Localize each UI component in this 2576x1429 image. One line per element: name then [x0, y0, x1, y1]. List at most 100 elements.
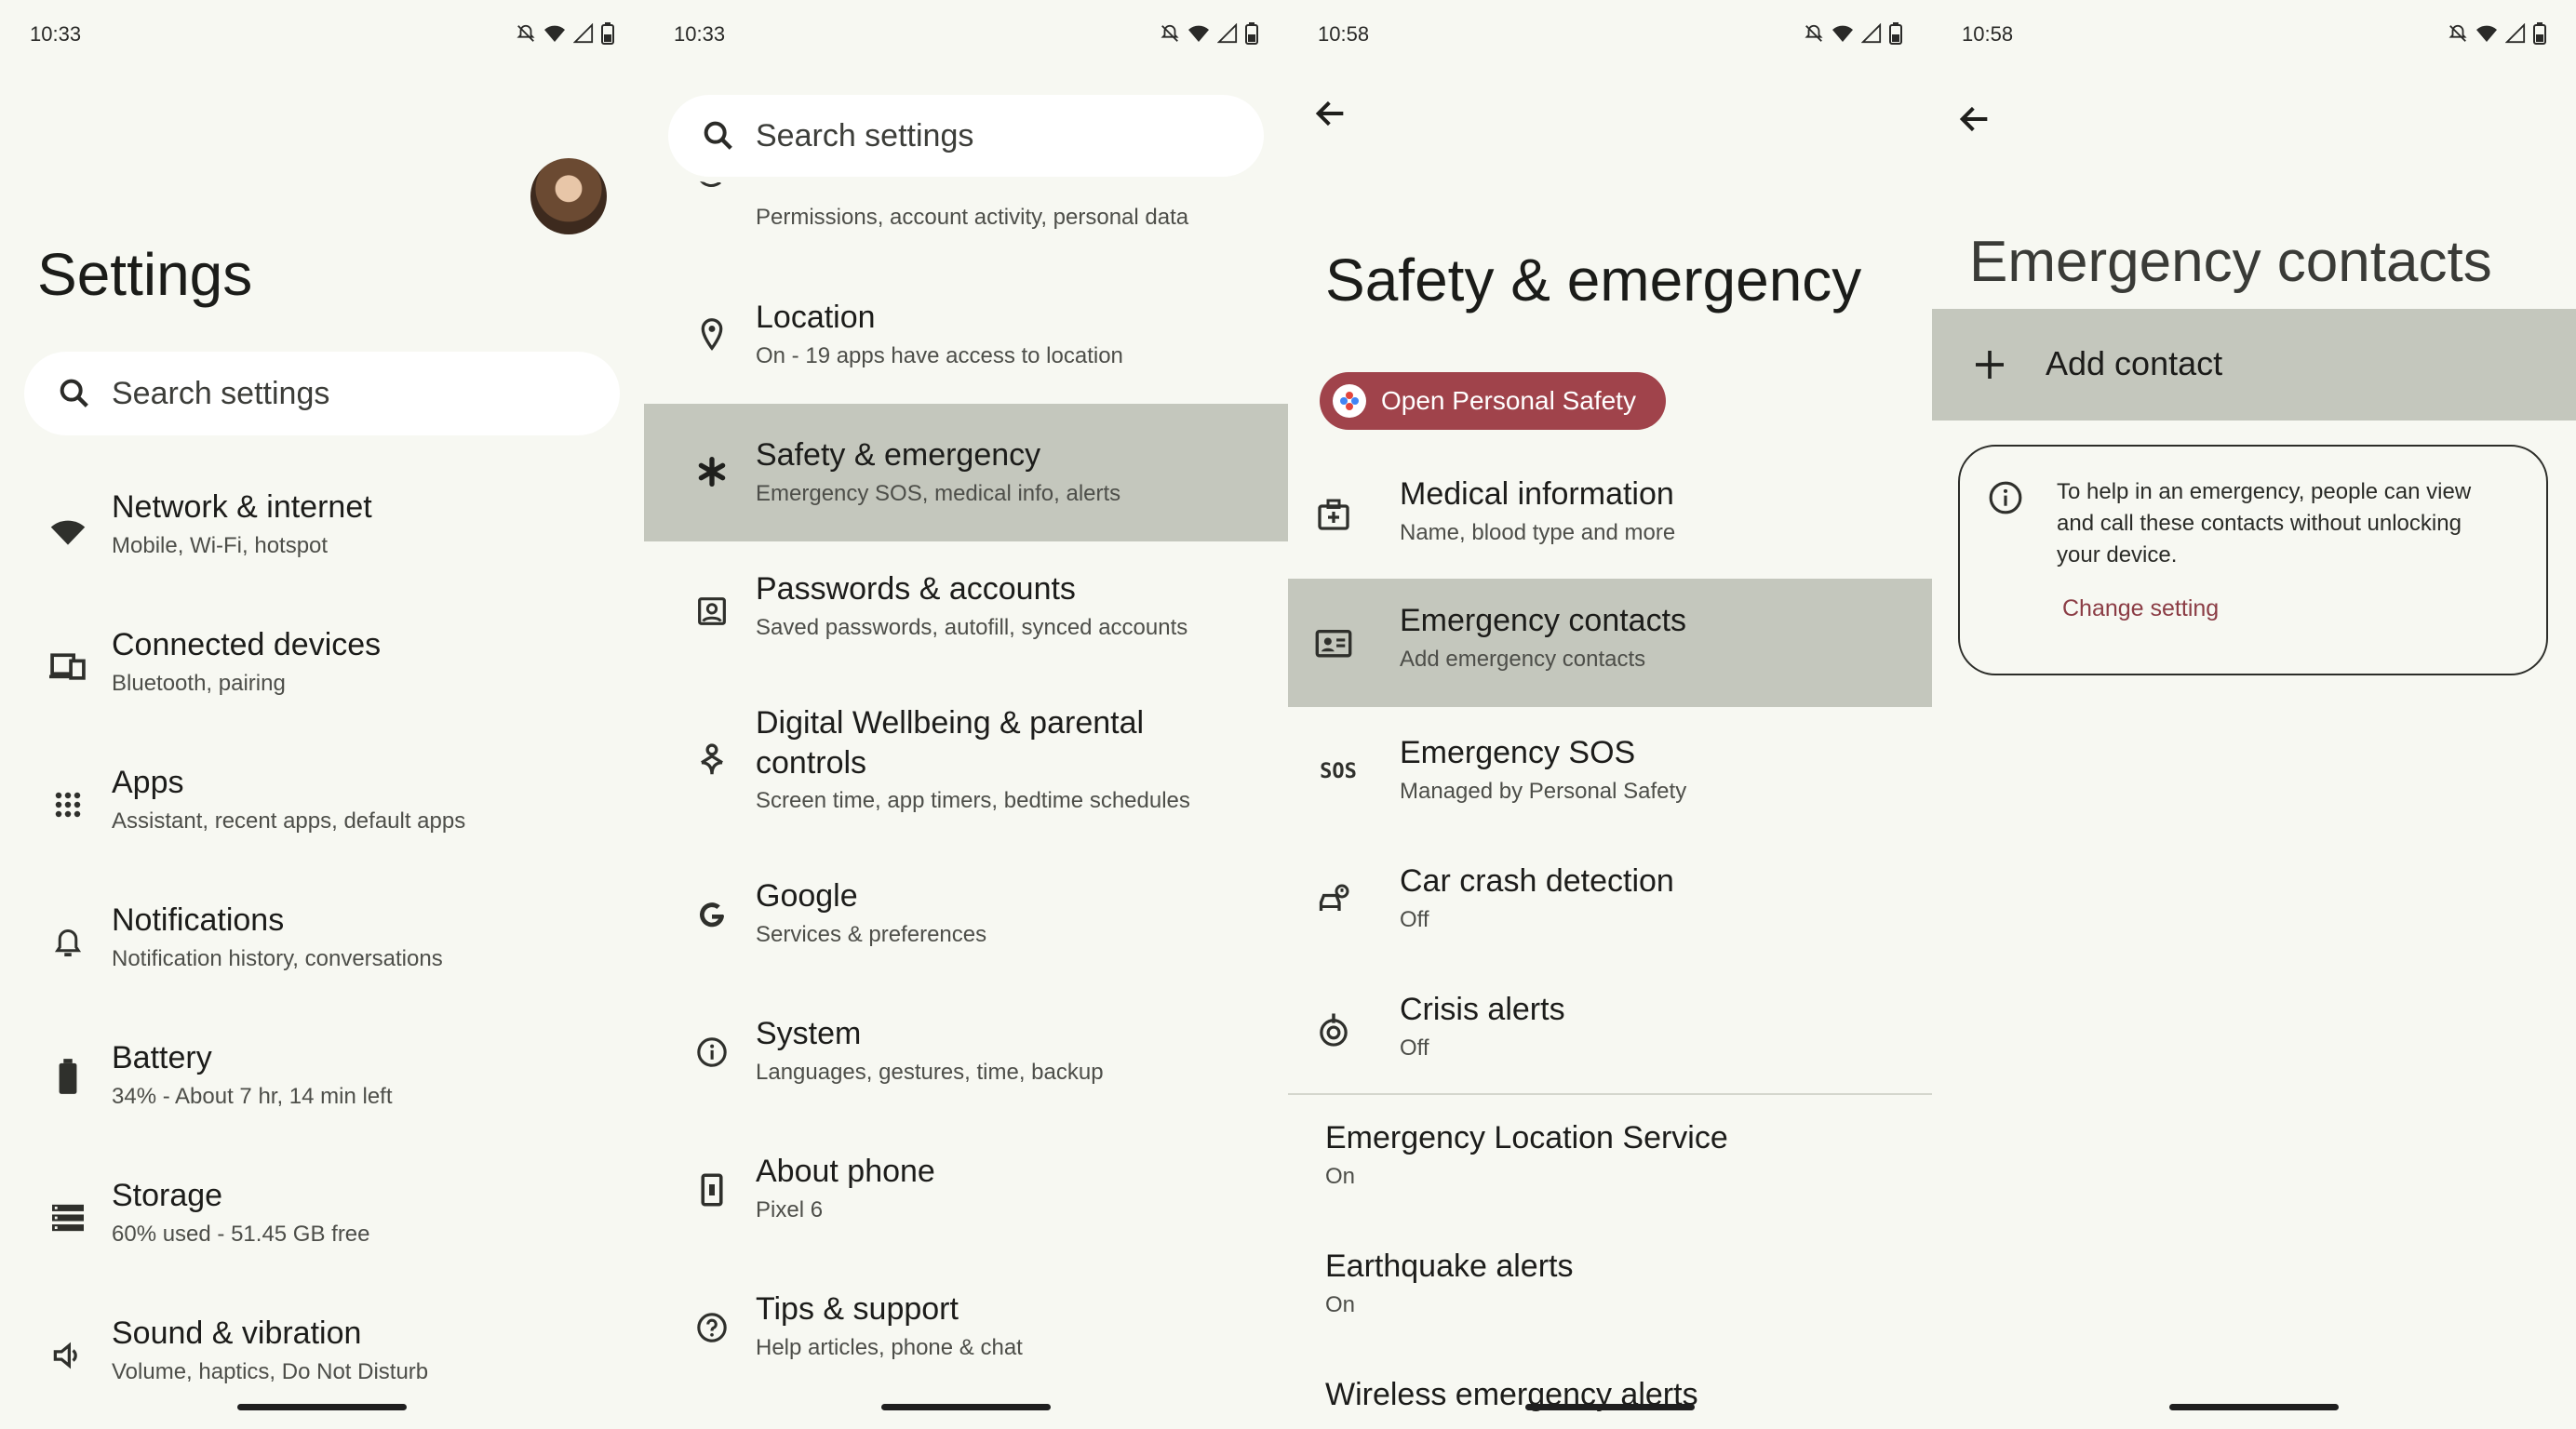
status-time: 10:33 [30, 22, 82, 46]
item-subtitle: Name, blood type and more [1400, 520, 1676, 545]
settings-item-storage[interactable]: Storage 60% used - 51.45 GB free [0, 1174, 644, 1276]
item-title: Emergency Location Service [1325, 1120, 1728, 1155]
open-personal-safety-button[interactable]: Open Personal Safety [1320, 372, 1666, 430]
item-subtitle: Add emergency contacts [1400, 647, 1646, 672]
settings-item-system[interactable]: System Languages, gestures, time, backup [644, 1012, 1288, 1115]
settings-item-apps[interactable]: Apps Assistant, recent apps, default app… [0, 761, 644, 863]
item-title: About phone [756, 1154, 935, 1189]
info-text: To help in an emergency, people can view… [2057, 479, 2472, 568]
change-setting-link[interactable]: Change setting [2062, 595, 2219, 622]
gesture-bar[interactable] [2169, 1404, 2339, 1410]
partial-item-privacy[interactable]: Permissions, account activity, personal … [644, 177, 1288, 242]
back-arrow-icon[interactable] [1312, 95, 1349, 132]
safety-item-car-crash-detection[interactable]: Car crash detection Off [1288, 852, 1932, 964]
cell-signal-icon [1217, 23, 1238, 44]
safety-item-medical-information[interactable]: Medical information Name, blood type and… [1288, 465, 1932, 577]
settings-item-google[interactable]: Google Services & preferences [644, 875, 1288, 977]
dnd-bell-off-icon [1161, 24, 1179, 42]
item-title: Sound & vibration [112, 1315, 362, 1351]
settings-item-battery[interactable]: Battery 34% - About 7 hr, 14 min left [0, 1036, 644, 1139]
item-subtitle: Volume, haptics, Do Not Disturb [112, 1359, 429, 1384]
safety-item-earthquake-alerts[interactable]: Earthquake alerts On [1288, 1237, 1932, 1349]
status-time: 10:58 [1962, 22, 2014, 46]
item-subtitle: Screen time, app timers, bedtime schedul… [756, 788, 1190, 813]
wifi-status-icon [2476, 25, 2497, 42]
gesture-bar[interactable] [881, 1404, 1051, 1410]
item-title: Battery [112, 1040, 212, 1075]
apps-grid-icon [48, 785, 87, 824]
settings-item-digital-wellbeing[interactable]: Digital Wellbeing & parental controls Sc… [644, 698, 1288, 828]
item-subtitle: Off [1400, 907, 1429, 932]
item-subtitle: 34% - About 7 hr, 14 min left [112, 1084, 393, 1109]
item-title: Storage [112, 1178, 223, 1213]
safety-item-wireless-emergency-alerts[interactable]: Wireless emergency alerts [1288, 1366, 1932, 1429]
wifi-status-icon [544, 25, 565, 42]
cell-signal-icon [2505, 23, 2526, 44]
speaker-icon [48, 1336, 87, 1375]
item-subtitle: Mobile, Wi-Fi, hotspot [112, 533, 329, 558]
status-icons [2448, 22, 2546, 45]
settings-item-about-phone[interactable]: About phone Pixel 6 [644, 1150, 1288, 1252]
safety-item-emergency-contacts[interactable]: Emergency contacts Add emergency contact… [1288, 579, 1932, 707]
gesture-bar[interactable] [1525, 1404, 1695, 1410]
item-title: Apps [112, 765, 184, 800]
item-subtitle: 60% used - 51.45 GB free [112, 1222, 370, 1247]
dnd-bell-off-icon [1805, 24, 1823, 42]
plus-icon [1976, 351, 2004, 379]
status-icons [1804, 22, 1902, 45]
settings-item-tips-support[interactable]: Tips & support Help articles, phone & ch… [644, 1288, 1288, 1390]
wellbeing-icon [692, 741, 731, 780]
info-card: To help in an emergency, people can view… [1958, 445, 2548, 675]
gesture-bar[interactable] [237, 1404, 407, 1410]
settings-item-network[interactable]: Network & internet Mobile, Wi-Fi, hotspo… [0, 486, 644, 588]
search-icon [704, 121, 732, 150]
battery-status-icon [1245, 22, 1258, 45]
settings-item-notifications[interactable]: Notifications Notification history, conv… [0, 899, 644, 1001]
status-bar: 10:33 [674, 22, 1258, 50]
item-title: Google [756, 878, 858, 914]
page-title: Safety & emergency [1325, 247, 1862, 314]
item-title: Emergency SOS [1400, 735, 1636, 770]
search-input[interactable]: Search settings [24, 352, 620, 435]
item-title: Connected devices [112, 627, 382, 662]
search-input[interactable]: Search settings [668, 95, 1264, 177]
item-title: System [756, 1016, 862, 1051]
item-subtitle: Bluetooth, pairing [112, 671, 286, 696]
item-subtitle: Off [1400, 1035, 1429, 1061]
help-icon [692, 1308, 731, 1347]
safety-item-emergency-location-service[interactable]: Emergency Location Service On [1288, 1109, 1932, 1221]
item-subtitle: Help articles, phone & chat [756, 1335, 1023, 1360]
dnd-bell-off-icon [2449, 24, 2467, 42]
privacy-icon [698, 178, 721, 187]
settings-item-location[interactable]: Location On - 19 apps have access to loc… [644, 279, 1288, 400]
status-icons [1160, 22, 1258, 45]
google-g-icon [692, 895, 731, 934]
item-subtitle: On [1325, 1164, 1356, 1189]
battery-icon [48, 1057, 87, 1096]
settings-item-sound[interactable]: Sound & vibration Volume, haptics, Do No… [0, 1312, 644, 1414]
storage-icon [48, 1198, 87, 1237]
back-arrow-icon[interactable] [1956, 100, 1993, 138]
add-contact-button[interactable]: Add contact [1932, 309, 2576, 421]
battery-status-icon [2533, 22, 2546, 45]
safety-emergency-panel: 10:58 Safety & emergency Open Personal S… [1288, 0, 1932, 1429]
item-title: Digital Wellbeing & parental controls [756, 705, 1145, 781]
item-subtitle: Managed by Personal Safety [1400, 779, 1687, 804]
status-bar: 10:58 [1962, 22, 2546, 50]
status-time: 10:58 [1318, 22, 1370, 46]
safety-item-emergency-sos[interactable]: SOS Emergency SOS Managed by Personal Sa… [1288, 724, 1932, 835]
item-subtitle: Services & preferences [756, 922, 987, 947]
settings-item-safety-emergency[interactable]: Safety & emergency Emergency SOS, medica… [644, 404, 1288, 541]
settings-panel: 10:33 Settings Search settings Network &… [0, 0, 644, 1429]
item-subtitle: On [1325, 1292, 1356, 1317]
search-placeholder: Search settings [756, 117, 974, 154]
battery-status-icon [601, 22, 614, 45]
contact-card-icon [1314, 623, 1353, 662]
wifi-icon [48, 514, 87, 553]
settings-item-connected-devices[interactable]: Connected devices Bluetooth, pairing [0, 623, 644, 726]
avatar[interactable] [530, 158, 607, 234]
safety-item-crisis-alerts[interactable]: Crisis alerts Off [1288, 981, 1932, 1092]
info-icon [1989, 481, 2022, 514]
bell-icon [48, 923, 87, 962]
settings-item-passwords[interactable]: Passwords & accounts Saved passwords, au… [644, 558, 1288, 679]
